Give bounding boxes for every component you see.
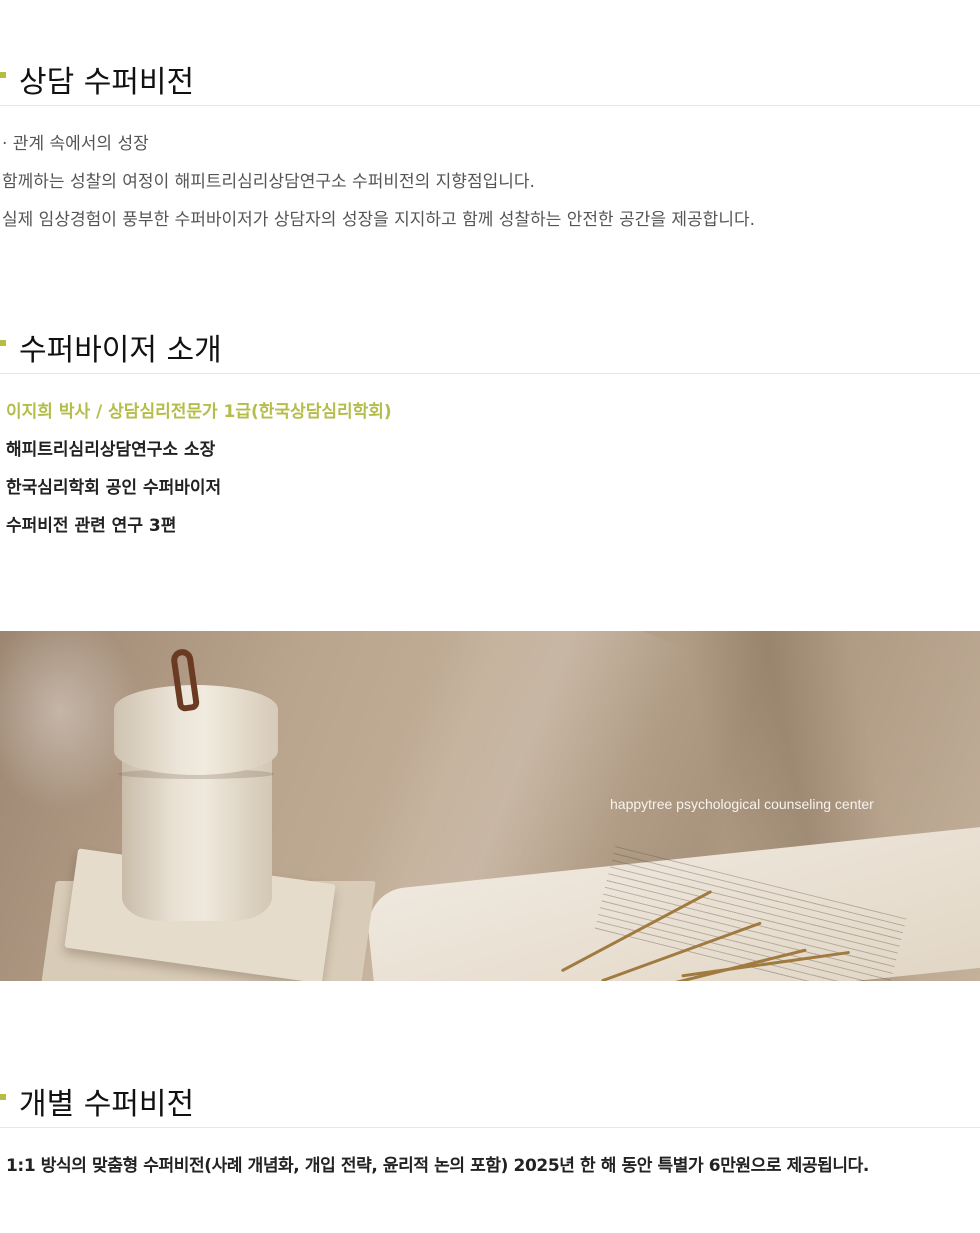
banner-image: happytree psychological counseling cente… [0, 631, 980, 981]
heading-marker [0, 72, 6, 78]
supervision-line-1: · 관계 속에서의 성장 [2, 134, 149, 154]
heading-marker [0, 340, 6, 346]
heading-title: 수퍼바이저 소개 [19, 333, 222, 368]
heading-title: 상담 수퍼비전 [19, 65, 195, 100]
section-heading-supervision: 상담 수퍼비전 [0, 41, 980, 106]
supervisor-detail-3: 수퍼비전 관련 연구 3편 [6, 516, 177, 536]
section-heading-supervisor: 수퍼바이저 소개 [0, 309, 980, 374]
heading-marker [0, 1094, 6, 1100]
supervision-line-2: 함께하는 성찰의 여정이 해피트리심리상담연구소 수퍼비전의 지향점입니다. [2, 172, 535, 192]
supervision-line-3: 실제 임상경험이 풍부한 수퍼바이저가 상담자의 성장을 지지하고 함께 성찰하… [2, 210, 756, 230]
individual-supervision-description: 1:1 방식의 맞춤형 수퍼비전(사례 개념화, 개입 전략, 윤리적 논의 포… [6, 1156, 869, 1176]
heading-title: 개별 수퍼비전 [19, 1087, 195, 1122]
banner-caption: happytree psychological counseling cente… [610, 796, 874, 812]
supervisor-name-credential: 이지희 박사 / 상담심리전문가 1급(한국상담심리학회) [6, 402, 392, 422]
section-heading-individual: 개별 수퍼비전 [0, 1063, 980, 1128]
supervisor-detail-1: 해피트리심리상담연구소 소장 [6, 440, 216, 460]
supervisor-detail-2: 한국심리학회 공인 수퍼바이저 [6, 478, 222, 498]
